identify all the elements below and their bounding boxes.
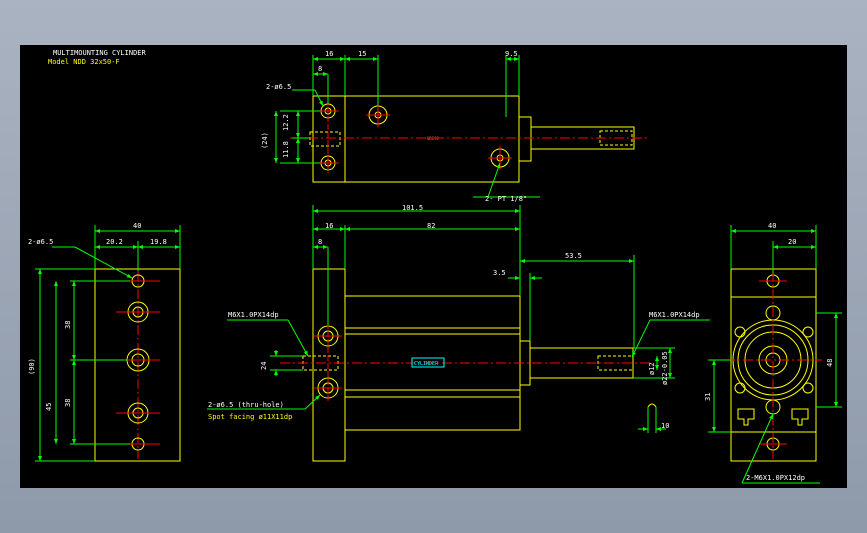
front-dim-24: 24 [260,362,268,370]
front-dim-3-5: 3.5 [493,269,506,277]
right-view: 40 20 48 31 2-M6X1.0PX12dp [704,222,842,484]
right-thread-label: 2-M6X1.0PX12dp [746,474,805,482]
front-view: CYLINDER 101.5 16 82 8 53.5 3.5 M6X1.0PX… [207,204,710,462]
top-port-label: 2- PT 1/8" [485,195,527,203]
left-dim-20-2: 20.2 [106,238,123,246]
right-dim-40: 40 [768,222,776,230]
left-dim-45: 45 [45,403,53,411]
front-dim-12: ø12 [648,362,656,375]
cad-drawing-area: MULTIMOUNTING CYLINDER Model NDD 32x50-F… [20,45,847,488]
rod-mark: NDD32 [427,136,440,141]
right-dim-31: 31 [704,393,712,401]
right-dim-20: 20 [788,238,796,246]
left-dim-38a: 38 [64,321,72,329]
left-view: 40 20.2 19.8 2-ø6.5 (90) 38 45 38 [28,222,181,462]
front-dim-8: 8 [318,238,322,246]
top-dim-12-2: 12.2 [282,114,290,131]
top-dim-15: 15 [358,50,366,58]
front-dim-82: 82 [427,222,435,230]
drawing-svg: MULTIMOUNTING CYLINDER Model NDD 32x50-F… [28,49,842,484]
top-holes-label: 2-ø6.5 [266,83,291,91]
front-thru-hole: 2-ø6.5 (thru-hole) [208,401,284,409]
front-thread-right: M6X1.0PX14dp [649,311,700,319]
right-dim-48: 48 [826,359,834,367]
left-dim-19-8: 19.8 [150,238,167,246]
front-dim-10: 10 [661,422,669,430]
front-spot-facing: Spot facing ø11X11dp [208,413,292,421]
left-holes-label: 2-ø6.5 [28,238,53,246]
front-dim-16: 16 [325,222,333,230]
left-dim-38b: 38 [64,399,72,407]
left-dim-90: (90) [28,358,36,375]
top-dim-9-5: 9.5 [505,50,518,58]
top-view: NDD32 16 15 9.5 8 2-ø6.5 (24) 12.2 11.8 … [261,50,650,203]
title-line-1: MULTIMOUNTING CYLINDER [53,49,147,57]
top-dim-11-8: 11.8 [282,141,290,158]
top-dim-8: 8 [318,65,322,73]
title-line-2: Model NDD 32x50-F [48,58,120,66]
top-dim-24: (24) [261,132,269,149]
front-dim-22: ø22-0.05 [661,351,669,385]
front-dim-101-5: 101.5 [402,204,423,212]
front-dim-53-5: 53.5 [565,252,582,260]
top-dim-16: 16 [325,50,333,58]
left-dim-40: 40 [133,222,141,230]
front-thread-left: M6X1.0PX14dp [228,311,279,319]
front-brand-label: CYLINDER [414,361,439,367]
